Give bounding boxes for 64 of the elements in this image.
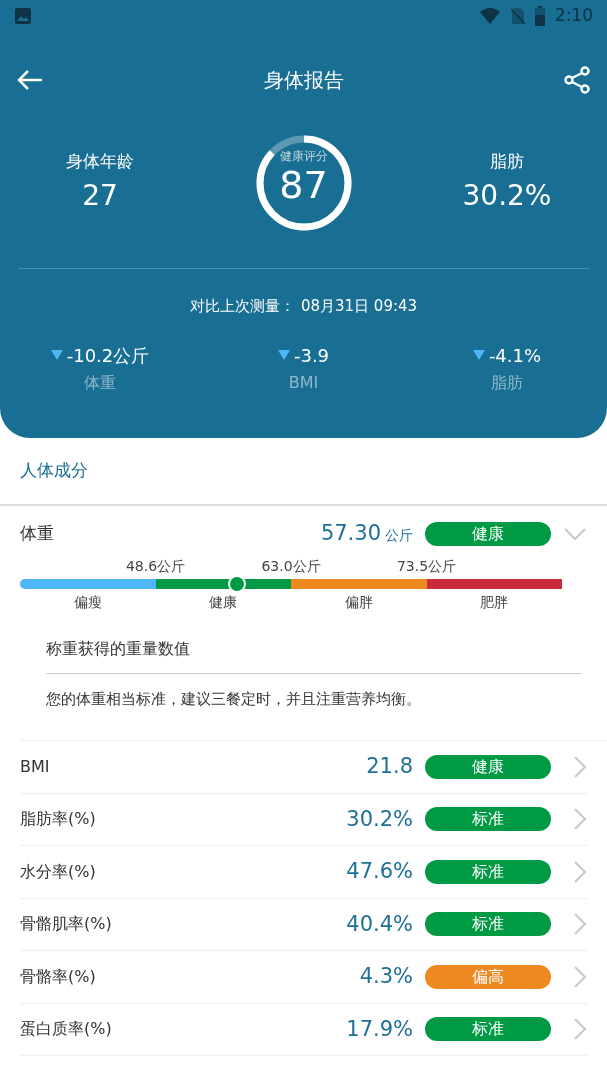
chevron-right-icon[interactable] (573, 964, 587, 989)
metric-name: 脂肪率(%) (20, 808, 97, 831)
status-badge: 偏高 (425, 964, 551, 989)
score-label: 健康评分 (279, 150, 328, 163)
delta-value: -10.2公斤 (66, 343, 150, 368)
range-label: 偏瘦 (73, 592, 102, 612)
delta-label: 体重 (84, 371, 116, 394)
back-arrow-icon[interactable] (16, 69, 44, 91)
delta-label: 脂肪 (491, 371, 523, 394)
chevron-right-icon[interactable] (573, 754, 587, 779)
chevron-down-icon[interactable] (563, 526, 587, 541)
status-badge: 健康 (425, 521, 551, 546)
threshold-label: 48.6公斤 (125, 556, 186, 576)
stat-value: 30.2% (462, 177, 552, 214)
wifi-icon (478, 7, 501, 25)
chevron-right-icon[interactable] (573, 912, 587, 937)
clock-time: 2:10 (554, 4, 593, 28)
metric-value: 30.2% (346, 805, 413, 833)
down-triangle-icon (50, 350, 63, 360)
section-title: 人体成分 (20, 460, 88, 480)
no-sim-icon (510, 7, 525, 25)
stat-label: 身体年龄 (66, 150, 134, 174)
comparison-date: 08月31日 09:43 (300, 296, 418, 317)
metric-unit: 公斤 (385, 526, 413, 545)
threshold-label: 73.5公斤 (396, 556, 457, 576)
status-badge: 健康 (425, 754, 551, 779)
down-triangle-icon (472, 350, 485, 360)
range-label: 偏胖 (344, 592, 373, 612)
delta-value: -3.9 (293, 343, 330, 368)
battery-icon (534, 6, 545, 26)
metric-value: 21.8 (366, 753, 413, 780)
status-badge: 标准 (425, 912, 551, 937)
status-badge: 标准 (425, 807, 551, 832)
score-value: 87 (279, 162, 328, 210)
chevron-right-icon[interactable] (573, 1017, 587, 1042)
metric-name: BMI (20, 755, 51, 778)
page-title: 身体报告 (263, 67, 344, 94)
metric-value: 47.6% (346, 858, 413, 885)
status-badge: 标准 (425, 859, 551, 884)
comparison-label: 对比上次测量： (189, 296, 295, 317)
weight-description: 称重获得的重量数值 (46, 638, 190, 658)
metric-value: 17.9% (346, 1015, 413, 1043)
threshold-label: 63.0公斤 (261, 556, 321, 576)
share-icon[interactable] (563, 66, 591, 94)
delta-value: -4.1% (488, 343, 542, 368)
chevron-right-icon[interactable] (573, 807, 587, 832)
metric-value: 4.3% (359, 963, 413, 990)
metric-name: 骨骼肌率(%) (20, 913, 113, 936)
chevron-right-icon[interactable] (573, 859, 587, 884)
metric-value: 40.4% (346, 910, 413, 938)
stat-label: 脂肪 (490, 150, 524, 174)
range-label: 健康 (209, 592, 238, 612)
metric-name: 骨骼率(%) (20, 965, 97, 988)
metric-value: 57.30 (320, 519, 381, 547)
range-label: 肥胖 (480, 592, 509, 612)
delta-label: BMI (288, 371, 319, 394)
metric-name: 体重 (20, 521, 55, 545)
weight-advice: 您的体重相当标准，建议三餐定时，并且注重营养均衡。 (46, 688, 422, 710)
stat-value: 27 (82, 177, 118, 214)
metric-name: 蛋白质率(%) (20, 1018, 113, 1041)
metric-name: 水分率(%) (20, 860, 97, 883)
image-icon (14, 7, 32, 25)
status-badge: 标准 (425, 1017, 551, 1042)
down-triangle-icon (277, 350, 290, 360)
